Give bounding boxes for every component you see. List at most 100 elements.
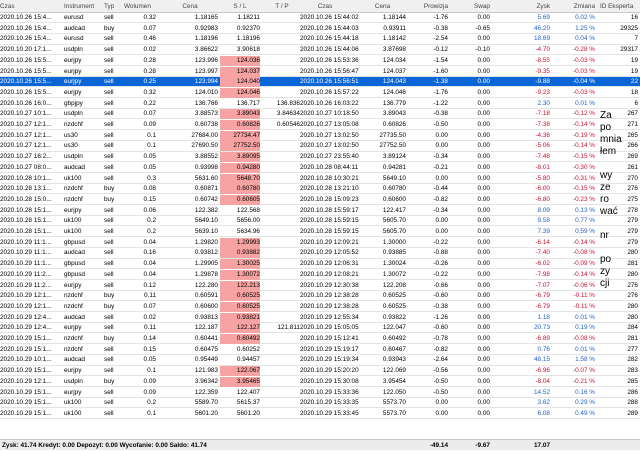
note-word: mnia: [600, 134, 622, 145]
table-row[interactable]: 2020.10.28 15:1... uk100 sell 0.2 5649.10 565…: [0, 216, 640, 227]
cell-time2: 2020.10.26 15:57:22: [300, 88, 359, 96]
cell-price2: 1.30072: [382, 270, 406, 278]
table-row[interactable]: 2020.10.27 12:1... nzdchf sell 0.09 0.60738 0…: [0, 120, 640, 131]
cell-time: 2020.10.29 10:1...: [0, 356, 52, 364]
table-row[interactable]: 2020.10.27 12:1... us30 sell 0.1 27684.00 277…: [0, 130, 640, 141]
table-row[interactable]: 2020.10.20 17:1... usdpln sell 0.02 3.86622 3…: [0, 45, 640, 56]
table-row[interactable]: 2020.10.29 11:1... gbpusd sell 0.04 1.29820 1…: [0, 237, 640, 248]
cell-vol: 0.1: [147, 367, 156, 375]
table-row[interactable]: 2020.10.29 15:1... nzdchf buy 0.14 0.60441 0.…: [0, 334, 640, 345]
table-row[interactable]: 2020.10.29 12:1... nzdchf buy 0.07 0.60600 0.…: [0, 301, 640, 313]
col-sl[interactable]: S / L: [220, 0, 260, 13]
cell-instr: usdpln: [64, 153, 83, 161]
cell-change: 0.59 %: [575, 228, 595, 235]
cell-price2: 124.046: [382, 88, 406, 96]
table-row[interactable]: 2020.10.29 15:1... uk100 sell 0.2 5589.70 561…: [0, 398, 640, 409]
table-row[interactable]: 2020.10.26 15:5... eurjpy sell 0.28 123.997 1…: [0, 66, 640, 77]
cell-change: -0.08 %: [572, 335, 595, 342]
table-row[interactable]: 2020.10.29 10:1... audcad sell 0.05 0.95449 0…: [0, 355, 640, 366]
cell-tp: [262, 184, 300, 194]
col-czas2[interactable]: Czas: [300, 0, 350, 13]
table-row[interactable]: 2020.10.27 08:0... audcad sell 0.05 0.93998 0…: [0, 162, 640, 173]
col-swap[interactable]: Swap: [452, 0, 490, 13]
table-row[interactable]: 2020.10.29 11:2... eurjpy sell 0.12 122.280 1…: [0, 280, 640, 291]
table-row[interactable]: 2020.10.26 15:4... eurusd sell 0.32 1.18165 1…: [0, 13, 640, 24]
table-row[interactable]: 2020.10.27 12:1... us30 sell 0.1 27690.50 277…: [0, 141, 640, 152]
cell-type: sell: [104, 153, 114, 161]
table-row[interactable]: 2020.10.27 10:1... usdpln sell 0.07 3.88573 3…: [0, 109, 640, 120]
cell-price: 0.60600: [194, 302, 218, 310]
cell-price2: 0.60525: [382, 302, 406, 310]
cell-tp: [262, 206, 300, 216]
cell-change: -0.14 %: [572, 142, 595, 150]
cell-time2: 2020.10.27 13:05:08: [300, 121, 359, 128]
cell-change: 0.04 %: [575, 35, 595, 43]
table-row[interactable]: 2020.10.26 15:5... eurjpy sell 0.32 124.010 1…: [0, 87, 640, 99]
cell-comm: -1.54: [433, 56, 448, 64]
cell-swap: 0.00: [477, 377, 490, 385]
cell-profit: -8.04: [535, 377, 550, 385]
table-row[interactable]: 2020.10.29 11:1... gbpusd sell 0.04 1.29905 1…: [0, 259, 640, 270]
cell-sl: 124.040: [220, 77, 260, 88]
table-row[interactable]: 2020.10.29 12:4... audcad sell 0.02 0.93813 0…: [0, 312, 640, 323]
table-row[interactable]: 2020.10.28 10:1... uk100 sell 0.3 5631.60 564…: [0, 173, 640, 184]
cell-swap: 0.00: [477, 67, 490, 75]
table-row[interactable]: 2020.10.28 15:1... uk100 sell 0.2 5639.10 563…: [0, 227, 640, 238]
table-row[interactable]: 2020.10.26 15:4... eurusd sell 0.46 1.18196 1…: [0, 34, 640, 45]
table-row[interactable]: 2020.10.29 15:1... eurjpy sell 0.1 121.983 12…: [0, 366, 640, 377]
cell-tp: [262, 238, 300, 248]
cell-profit: -6.96: [535, 367, 550, 375]
cell-price: 27684.00: [191, 131, 218, 139]
table-row[interactable]: 2020.10.28 15:0... nzdchf buy 0.15 0.60742 0.…: [0, 194, 640, 206]
table-row[interactable]: 2020.10.29 12:1... usdpln buy 0.09 3.96342 3.…: [0, 376, 640, 387]
cell-price2: 1.30000: [382, 238, 406, 246]
col-tp[interactable]: T / P: [262, 0, 302, 13]
cell-comm: -0.34: [433, 153, 448, 161]
cell-instr: gbpusd: [64, 260, 85, 268]
table-row[interactable]: 2020.10.27 16:2... usdpln sell 0.05 3.88552 3…: [0, 152, 640, 163]
cell-swap: 0.00: [477, 270, 490, 278]
table-row[interactable]: 2020.10.26 15:5... eurjpy sell 0.25 123.994 1…: [0, 77, 640, 88]
cell-price: 122.382: [194, 206, 218, 214]
cell-change: -0.23 %: [572, 195, 595, 203]
cell-sl: 0.93882: [220, 248, 260, 259]
table-row[interactable]: 2020.10.26 16:0... gbpjpy sell 0.22 136.766 1…: [0, 99, 640, 109]
cell-time2: 2020.10.29 15:19:34: [300, 356, 359, 364]
col-cena2[interactable]: Cena: [350, 0, 415, 13]
table-row[interactable]: 2020.10.29 11:2... gbpusd sell 0.04 1.29878 1…: [0, 269, 640, 280]
table-row[interactable]: 2020.10.26 15:4... audcad buy 0.07 0.92983 0.…: [0, 24, 640, 34]
cell-comm: -2.54: [433, 35, 448, 43]
col-zysk[interactable]: Zysk: [510, 0, 551, 13]
cell-price2: 3.87698: [382, 46, 406, 54]
table-row[interactable]: 2020.10.28 15:1... eurjpy sell 0.06 122.382 1…: [0, 206, 640, 216]
col-id-eksperta[interactable]: ID Eksperta: [600, 0, 640, 13]
col-prowizja[interactable]: Prowizja: [410, 0, 448, 13]
summary-text: Zysk: 41.74 Kredyt: 0.00 Depozyt: 0.00 W…: [2, 442, 207, 449]
table-row[interactable]: 2020.10.29 15:1... uk100 sell 0.1 5601.20 560…: [0, 409, 640, 420]
cell-swap: 0.00: [477, 292, 490, 300]
table-row[interactable]: 2020.10.29 15:1... nzdchf sell 0.15 0.60475 0…: [0, 345, 640, 355]
table-row[interactable]: 2020.10.29 12:4... eurjpy sell 0.11 122.187 1…: [0, 323, 640, 334]
col-instrument[interactable]: Instrument: [64, 0, 104, 13]
cell-swap: -0.65: [475, 24, 490, 32]
col-czas[interactable]: Czas: [0, 0, 20, 13]
col-typ[interactable]: Typ: [104, 0, 124, 13]
table-row[interactable]: 2020.10.28 13:1... nzdchf buy 0.08 0.60871 0.…: [0, 184, 640, 195]
cell-type: sell: [104, 35, 114, 43]
table-row[interactable]: 2020.10.26 15:5... eurjpy sell 0.28 123.996 1…: [0, 55, 640, 66]
cell-time2: 2020.10.29 15:33:36: [300, 388, 359, 396]
cell-instr: usdpln: [64, 377, 83, 385]
cell-price: 0.93813: [194, 313, 218, 321]
cell-time2: 2020.10.27 13:02:50: [300, 131, 359, 139]
table-row[interactable]: 2020.10.29 12:1... nzdchf buy 0.11 0.60591 0.…: [0, 291, 640, 302]
cell-vol: 0.46: [143, 35, 156, 43]
cell-sl: 3.89043: [220, 109, 260, 120]
table-row[interactable]: 2020.10.29 11:1... audcad sell 0.16 0.93812 0…: [0, 248, 640, 259]
col-zmiana[interactable]: Zmiana: [555, 0, 595, 13]
cell-vol: 0.1: [147, 131, 156, 139]
table-row[interactable]: 2020.10.29 15:1... eurjpy sell 0.09 122.359 1…: [0, 388, 640, 398]
col-wolumen[interactable]: Wolumen: [124, 0, 164, 13]
cell-type: sell: [104, 142, 114, 150]
cell-instr: uk100: [64, 399, 82, 407]
col-cena[interactable]: Cena: [160, 0, 220, 13]
